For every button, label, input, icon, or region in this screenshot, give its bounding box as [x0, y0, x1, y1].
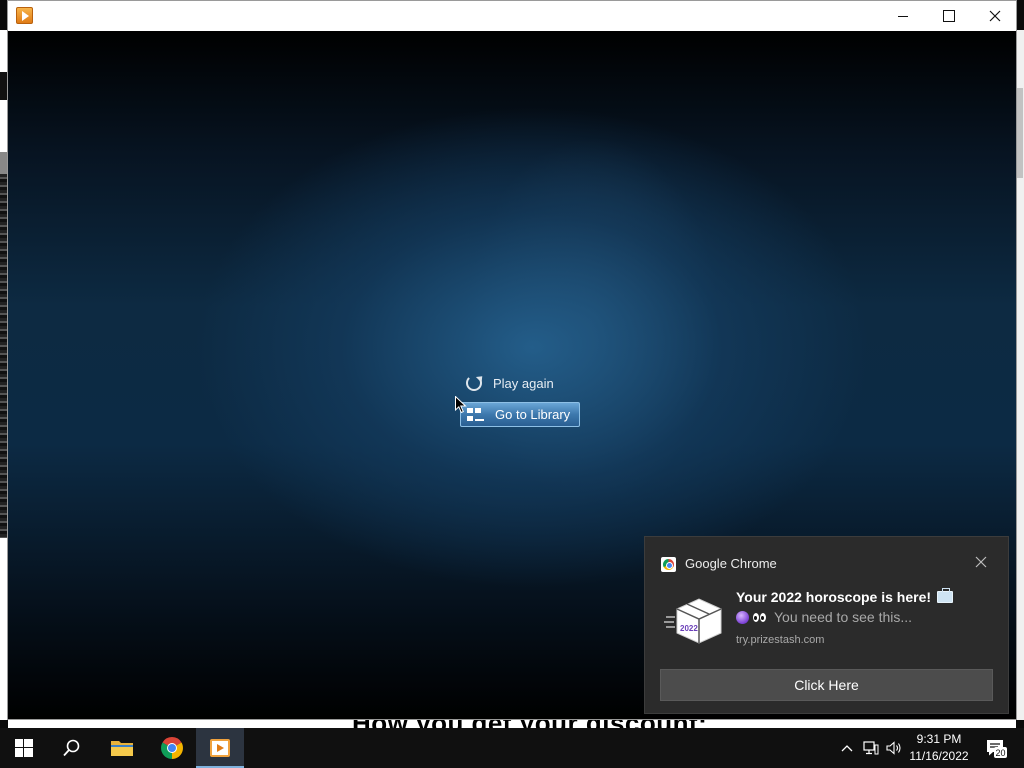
- search-button[interactable]: [48, 728, 96, 768]
- minimize-button[interactable]: [880, 1, 926, 31]
- close-button[interactable]: [972, 1, 1018, 31]
- network-icon: [863, 741, 879, 755]
- notification-source-url: try.prizestash.com: [736, 634, 825, 646]
- package-box-icon: 2022: [664, 598, 722, 644]
- taskbar-media-player[interactable]: [196, 728, 244, 768]
- clock-date: 11/16/2022: [909, 749, 969, 763]
- svg-text:2022: 2022: [680, 624, 698, 633]
- eyes-emoji-icon: [753, 612, 767, 622]
- network-button[interactable]: [860, 728, 882, 768]
- notification-action-button[interactable]: Click Here: [660, 669, 993, 701]
- volume-button[interactable]: [884, 728, 904, 768]
- windows-logo-icon: [15, 739, 33, 757]
- notification-app-name: Google Chrome: [685, 556, 777, 571]
- start-button[interactable]: [0, 728, 48, 768]
- background-scrollbar-thumb[interactable]: [1017, 88, 1023, 178]
- replay-icon: [466, 375, 482, 391]
- show-hidden-icons-button[interactable]: [838, 728, 856, 768]
- notification-center-icon: 20: [987, 740, 1007, 758]
- chrome-icon: [161, 737, 183, 759]
- notification-body: You need to see this...: [736, 609, 912, 625]
- notification-title: Your 2022 horoscope is here!: [736, 588, 954, 605]
- folder-icon: [111, 741, 133, 756]
- speaker-icon: [886, 741, 901, 755]
- maximize-button[interactable]: [926, 1, 972, 31]
- go-to-library-button[interactable]: Go to Library: [460, 402, 580, 427]
- taskbar-clock[interactable]: 9:31 PM 11/16/2022: [906, 731, 972, 765]
- notification-toast[interactable]: Google Chrome 2022 Your 2022 horoscope i…: [644, 536, 1009, 714]
- notification-close-button[interactable]: [973, 554, 989, 570]
- action-center-button[interactable]: 20: [980, 728, 1012, 768]
- search-icon: [63, 739, 80, 757]
- briefcase-emoji-icon: [937, 588, 954, 603]
- mouse-cursor-icon: [455, 396, 467, 414]
- crystal-ball-emoji-icon: [736, 610, 749, 624]
- close-icon: [989, 10, 1001, 22]
- clock-time: 9:31 PM: [916, 732, 962, 746]
- chrome-icon: [661, 557, 676, 572]
- title-bar[interactable]: [8, 1, 1016, 31]
- taskbar-file-explorer[interactable]: [98, 728, 146, 768]
- media-player-icon: [210, 739, 230, 757]
- background-scrollbar[interactable]: [1016, 30, 1024, 720]
- taskbar: 9:31 PM 11/16/2022 20: [0, 728, 1024, 768]
- play-again-button[interactable]: Play again: [459, 372, 554, 394]
- chevron-up-icon: [841, 745, 853, 752]
- go-to-library-label: Go to Library: [495, 407, 571, 422]
- notification-count-badge: 20: [995, 748, 1005, 758]
- taskbar-google-chrome[interactable]: [148, 728, 196, 768]
- play-again-label: Play again: [493, 375, 554, 391]
- library-icon: [467, 407, 485, 422]
- media-player-app-icon[interactable]: [16, 7, 33, 24]
- notification-body-text: You need to see this...: [774, 609, 913, 625]
